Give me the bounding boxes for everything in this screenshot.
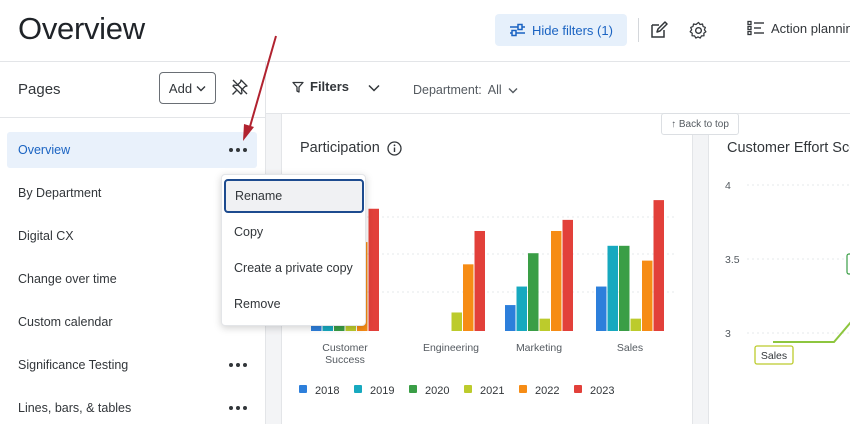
action-list-icon [747, 20, 764, 36]
bar-2019-3 [607, 245, 618, 331]
bar-2022-3 [642, 260, 653, 331]
bar-2021-1 [451, 312, 462, 331]
sidebar-item-lines-bars-tables[interactable]: Lines, bars, & tables [7, 390, 257, 424]
filter-bar: Filters Department: All [266, 62, 850, 114]
filter-sliders-icon [510, 23, 525, 37]
legend-swatch-2022 [519, 385, 527, 393]
series-line-sales [773, 321, 850, 343]
bar-2022-1 [463, 264, 474, 331]
hide-filters-button[interactable]: Hide filters (1) [495, 14, 627, 46]
menu-item-copy[interactable]: Copy [223, 215, 366, 249]
top-header: Overview Hide filters (1) Action plannin… [0, 0, 850, 62]
unpin-icon[interactable] [231, 78, 249, 96]
sidebar-item-change-over-time[interactable]: Change over time [7, 261, 257, 297]
sidebar-item-by-department[interactable]: By Department [7, 175, 257, 211]
legend-label-2023: 2023 [590, 385, 614, 397]
bar-2020-3 [619, 245, 630, 331]
chevron-down-icon [508, 87, 518, 93]
bar-2023-0 [368, 208, 379, 331]
bar-2021-2 [539, 318, 550, 331]
sidebar-item-label: Custom calendar [18, 315, 113, 329]
y-tick-label: 4 [725, 180, 731, 192]
legend-swatch-2023 [574, 385, 582, 393]
x-tick-label: Marketing [516, 342, 562, 354]
legend-label-2018: 2018 [315, 385, 339, 397]
legend-label-2021: 2021 [480, 385, 504, 397]
y-tick-label: 3 [725, 328, 731, 340]
customer-effort-widget: Customer Effort Score 43.53Sales [708, 114, 850, 424]
gear-icon[interactable] [689, 21, 708, 40]
chevron-down-icon[interactable] [367, 81, 381, 95]
sidebar-item-overview[interactable]: Overview [7, 132, 257, 168]
menu-item-create-private-copy[interactable]: Create a private copy [223, 251, 366, 285]
pages-title: Pages [18, 81, 61, 98]
filters-label: Filters [310, 79, 350, 94]
filters-toggle[interactable]: Filters [292, 79, 349, 94]
legend-swatch-2019 [354, 385, 362, 393]
legend-label-2022: 2022 [535, 385, 559, 397]
sidebar-item-significance-testing[interactable]: Significance Testing [7, 347, 257, 383]
department-filter-value: All [487, 83, 502, 97]
sidebar-item-label: By Department [18, 186, 102, 200]
page-context-menu: Rename Copy Create a private copy Remove [221, 174, 366, 326]
sidebar-divider [0, 117, 266, 118]
menu-item-rename[interactable]: Rename [224, 179, 364, 213]
bar-2023-3 [653, 200, 664, 331]
legend-label-2020: 2020 [425, 385, 449, 397]
sidebar-item-custom-calendar[interactable]: Custom calendar [7, 304, 257, 340]
bar-2021-3 [630, 318, 641, 331]
department-filter-label: Department: [413, 83, 482, 97]
bar-2020-2 [528, 253, 539, 331]
menu-item-remove[interactable]: Remove [223, 287, 366, 321]
x-tick-label: Engineering [423, 342, 479, 354]
x-tick-label: Success [325, 354, 365, 366]
add-page-button[interactable]: Add [159, 72, 216, 104]
sidebar-item-label: Change over time [18, 272, 117, 286]
sidebar-item-label: Overview [18, 143, 71, 157]
bar-2019-2 [516, 286, 527, 331]
edit-icon[interactable] [650, 21, 668, 39]
bar-2023-1 [474, 230, 485, 331]
department-filter[interactable]: Department: All [413, 83, 518, 97]
page-title: Overview [18, 11, 145, 46]
bar-2023-2 [562, 219, 573, 331]
hide-filters-label: Hide filters (1) [532, 22, 613, 38]
bar-2018-2 [505, 305, 516, 331]
back-to-top-button[interactable]: ↑ Back to top [661, 113, 739, 135]
funnel-icon [292, 81, 304, 93]
sidebar-item-label: Lines, bars, & tables [18, 401, 132, 415]
legend-swatch-2020 [409, 385, 417, 393]
x-tick-label: Customer [322, 342, 368, 354]
bar-2018-3 [596, 286, 607, 331]
legend-swatch-2018 [299, 385, 307, 393]
legend-swatch-2021 [464, 385, 472, 393]
action-planning-label: Action planning [771, 20, 850, 36]
y-tick-label: 3.5 [725, 254, 740, 266]
chevron-down-icon [196, 85, 206, 91]
customer-effort-line-chart: 4 3.5 3 Sales [725, 180, 850, 365]
header-divider [638, 18, 639, 42]
bar-2022-2 [551, 230, 562, 331]
more-options-icon[interactable] [229, 144, 247, 156]
add-page-label: Add [168, 80, 193, 96]
x-tick-label: Sales [617, 342, 643, 354]
sidebar-item-digital-cx[interactable]: Digital CX [7, 218, 257, 254]
sidebar-item-label: Significance Testing [18, 358, 129, 372]
annotation-label-sales: Sales [761, 350, 787, 362]
more-options-icon[interactable] [229, 359, 247, 371]
more-options-icon[interactable] [229, 402, 247, 414]
action-planning-button[interactable]: Action planning [747, 20, 850, 36]
legend-label-2019: 2019 [370, 385, 394, 397]
sidebar-item-label: Digital CX [18, 229, 74, 243]
